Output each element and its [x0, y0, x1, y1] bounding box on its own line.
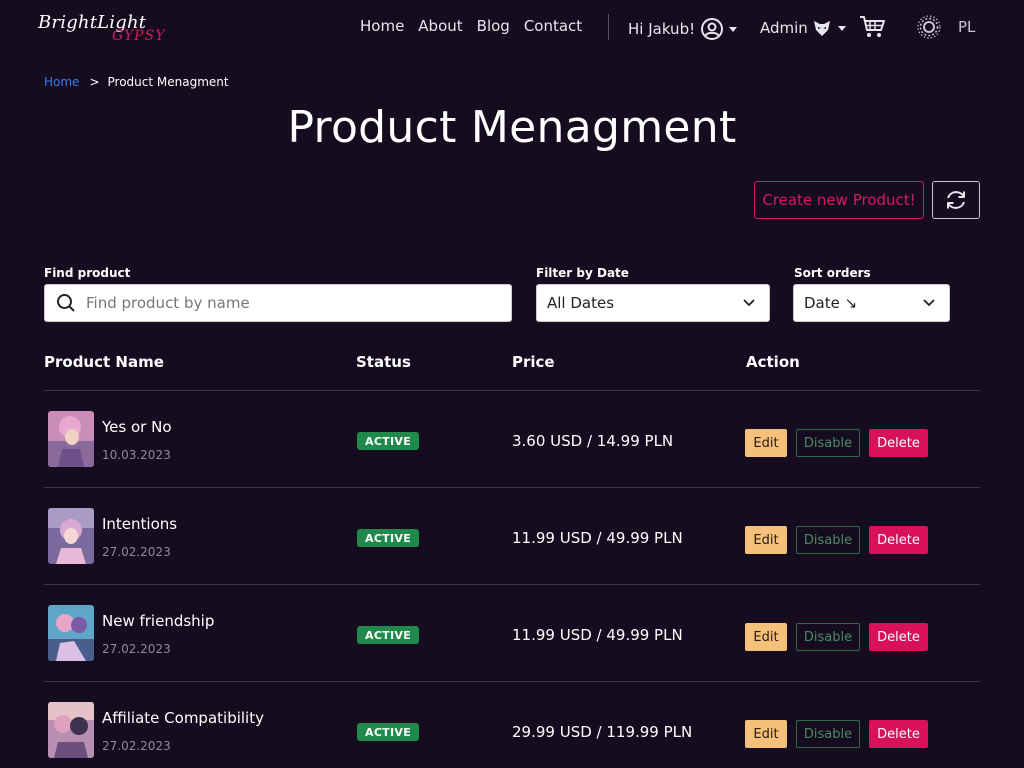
chevron-down-icon — [837, 25, 846, 31]
disable-button[interactable]: Disable — [796, 720, 860, 748]
breadcrumb-current: Product Menagment — [107, 75, 229, 89]
col-header-action: Action — [746, 353, 800, 371]
date-filter-value: All Dates — [547, 294, 615, 312]
table-row: Yes or No 10.03.2023 ACTIVE 3.60 USD / 1… — [44, 391, 980, 488]
search-field — [44, 284, 512, 322]
nav-about[interactable]: About — [418, 17, 462, 35]
chevron-down-icon — [923, 299, 935, 307]
chevron-down-icon — [729, 26, 738, 32]
status-badge: ACTIVE — [357, 626, 420, 644]
status-badge: ACTIVE — [357, 529, 420, 547]
product-date: 27.02.2023 — [102, 739, 171, 753]
breadcrumb: Home > Product Menagment — [44, 75, 229, 89]
disable-button[interactable]: Disable — [796, 526, 860, 554]
refresh-icon — [947, 191, 965, 209]
edit-button[interactable]: Edit — [745, 429, 787, 457]
table-row: Intentions 27.02.2023 ACTIVE 11.99 USD /… — [44, 488, 980, 585]
disable-button[interactable]: Disable — [796, 429, 860, 457]
user-circle-icon — [701, 18, 724, 40]
product-date: 10.03.2023 — [102, 448, 171, 462]
nav-home[interactable]: Home — [360, 17, 404, 35]
admin-menu[interactable]: Admin — [760, 17, 846, 39]
nav-divider — [608, 14, 609, 40]
search-icon — [57, 294, 75, 312]
create-product-button[interactable]: Create new Product! — [754, 181, 924, 219]
sort-select[interactable]: Date ↘ — [793, 284, 950, 322]
sun-icon — [917, 15, 941, 39]
refresh-button[interactable] — [932, 181, 980, 219]
user-greeting: Hi Jakub! — [628, 20, 696, 38]
cart-button[interactable] — [858, 14, 886, 44]
product-thumbnail — [48, 605, 94, 661]
product-name: New friendship — [102, 612, 215, 630]
brand-logo-line2: GYPSY — [112, 28, 166, 44]
col-header-status: Status — [356, 353, 411, 371]
admin-mask-icon — [813, 21, 830, 36]
brand-logo[interactable]: BrightLight GYPSY — [36, 10, 166, 50]
product-name: Intentions — [102, 515, 178, 533]
product-thumbnail — [48, 702, 94, 758]
sort-value: Date ↘ — [804, 294, 858, 312]
page-title: Product Menagment — [287, 102, 737, 153]
user-menu[interactable]: Hi Jakub! — [628, 17, 738, 41]
breadcrumb-separator: > — [89, 75, 100, 89]
edit-button[interactable]: Edit — [745, 720, 787, 748]
product-price: 11.99 USD / 49.99 PLN — [512, 626, 683, 644]
product-date: 27.02.2023 — [102, 642, 171, 656]
product-name: Yes or No — [102, 418, 172, 436]
product-name: Affiliate Compatibility — [102, 709, 264, 727]
date-filter-label: Filter by Date — [536, 266, 629, 280]
status-badge: ACTIVE — [357, 723, 420, 741]
language-switch[interactable]: PL — [958, 18, 975, 36]
status-badge: ACTIVE — [357, 432, 420, 450]
date-filter-select[interactable]: All Dates — [536, 284, 770, 322]
admin-label: Admin — [760, 19, 808, 37]
delete-button[interactable]: Delete — [869, 526, 928, 554]
cart-icon — [860, 16, 885, 37]
delete-button[interactable]: Delete — [869, 720, 928, 748]
product-thumbnail — [48, 508, 94, 564]
chevron-down-icon — [743, 299, 755, 307]
product-price: 11.99 USD / 49.99 PLN — [512, 529, 683, 547]
col-header-name: Product Name — [44, 353, 164, 371]
page: BrightLight GYPSY Home About Blog Contac… — [0, 0, 1024, 768]
product-date: 27.02.2023 — [102, 545, 171, 559]
theme-toggle[interactable] — [916, 14, 942, 44]
nav-contact[interactable]: Contact — [524, 17, 582, 35]
col-header-price: Price — [512, 353, 555, 371]
product-price: 3.60 USD / 14.99 PLN — [512, 432, 674, 450]
main-nav: Home About Blog Contact — [360, 17, 596, 35]
search-label: Find product — [44, 266, 131, 280]
breadcrumb-home[interactable]: Home — [44, 75, 79, 89]
delete-button[interactable]: Delete — [869, 429, 928, 457]
product-thumbnail — [48, 411, 94, 467]
delete-button[interactable]: Delete — [869, 623, 928, 651]
table-row: Affiliate Compatibility 27.02.2023 ACTIV… — [44, 682, 980, 768]
edit-button[interactable]: Edit — [745, 526, 787, 554]
search-input[interactable] — [86, 294, 511, 312]
sort-label: Sort orders — [794, 266, 871, 280]
table-row: New friendship 27.02.2023 ACTIVE 11.99 U… — [44, 585, 980, 682]
product-price: 29.99 USD / 119.99 PLN — [512, 723, 693, 741]
disable-button[interactable]: Disable — [796, 623, 860, 651]
nav-blog[interactable]: Blog — [477, 17, 510, 35]
edit-button[interactable]: Edit — [745, 623, 787, 651]
